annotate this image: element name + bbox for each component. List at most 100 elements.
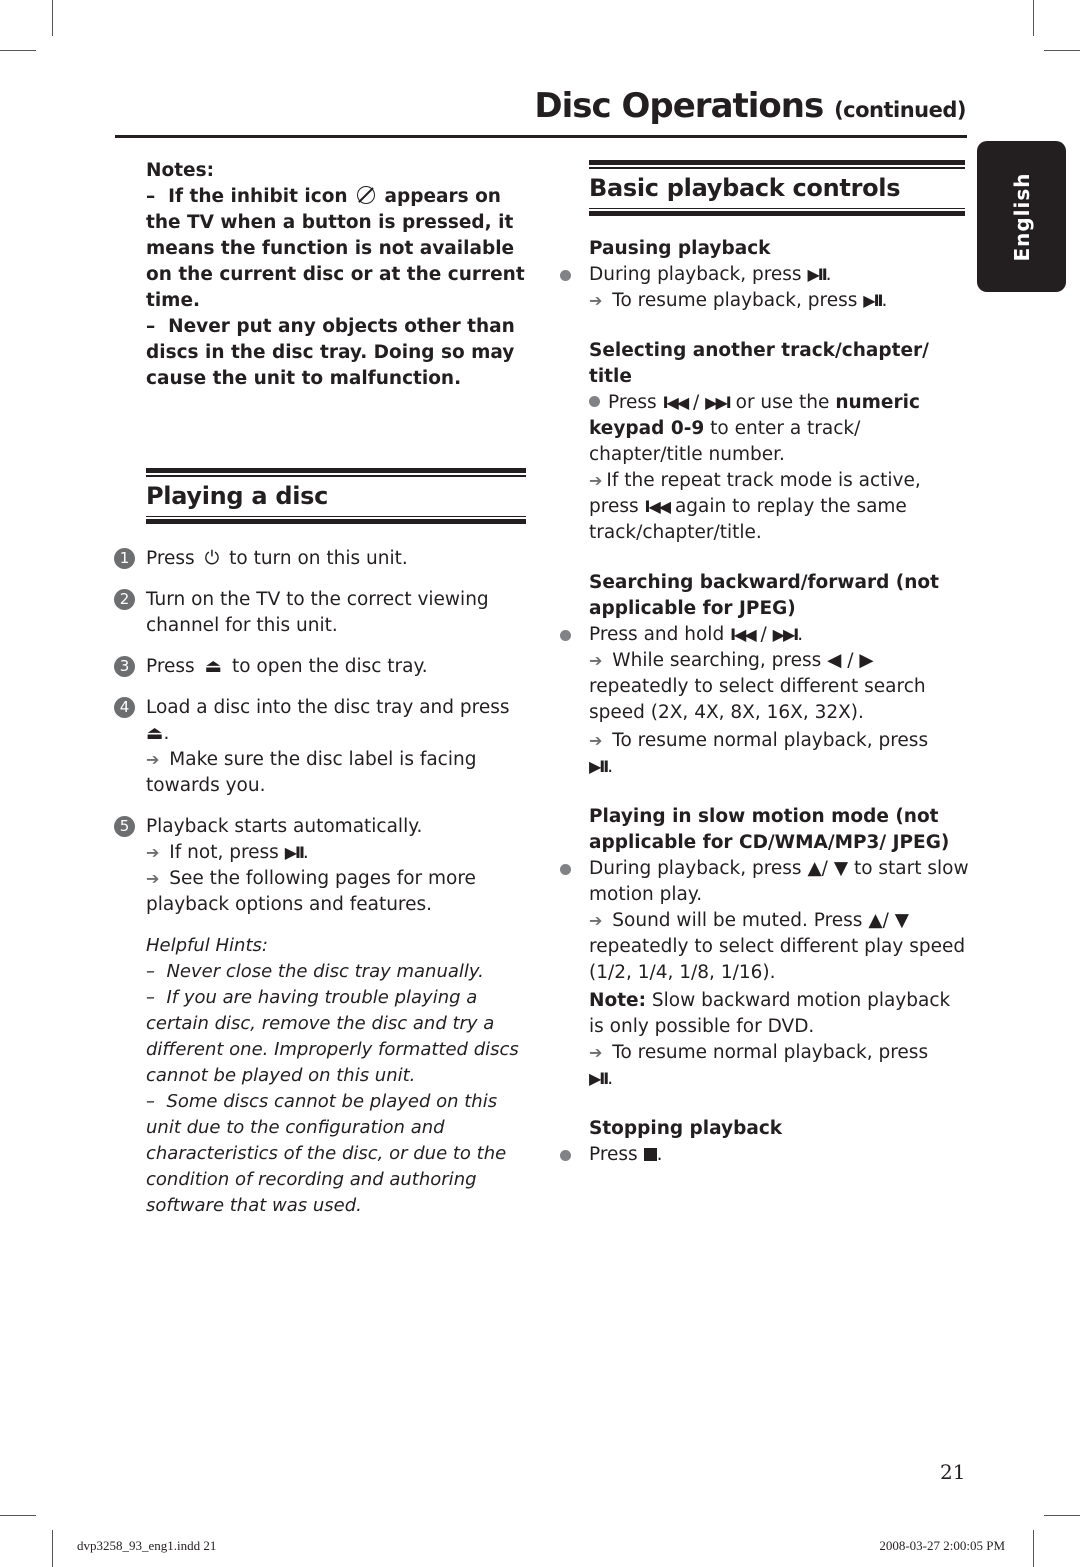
step-text: Load a disc into the disc tray and press [146, 697, 510, 718]
bullet-icon [560, 864, 571, 875]
note-text: If the inhibit icon [168, 186, 348, 207]
crop-mark [0, 1515, 36, 1516]
arrow-icon: ➔ [589, 1043, 603, 1062]
language-tab-label: English [1009, 171, 1034, 262]
searching-block: Searching backward/forward (not applicab… [560, 570, 969, 780]
result-item: ➔ To resume playback, press ▶II. [589, 288, 969, 314]
hint-text: Never close the disc tray manually. [166, 961, 484, 982]
result-item: ➔ If the repeat track mode is active, pre… [589, 468, 969, 546]
arrow-icon: ➔ [146, 843, 160, 862]
step-result: See the following pages for more playbac… [146, 868, 476, 915]
selecting-block: Selecting another track/chapter/ title P… [589, 338, 969, 546]
left-column: Notes: – If the inhibit icon appears on … [114, 158, 526, 1219]
next-icon: ▶▶I [705, 393, 732, 412]
subsection-title: Pausing playback [589, 238, 771, 259]
arrow-icon: ➔ [589, 911, 603, 930]
period: . [607, 756, 614, 777]
bullet-item: Press . [560, 1142, 969, 1168]
step-number: 5 [114, 816, 135, 837]
subsection-title: Searching backward/forward (not applicab… [589, 572, 939, 619]
result-text: repeatedly to select different play spee… [589, 936, 966, 983]
period: . [656, 1144, 663, 1165]
play-pause-icon: ▶II [863, 291, 883, 310]
result-text: repeatedly to select different search sp… [589, 676, 926, 723]
result-item: ➔ To resume normal playback, press ▶II. [589, 728, 969, 780]
step-result: If not, press [169, 842, 279, 863]
period: . [607, 1068, 614, 1089]
crop-mark [1044, 1515, 1080, 1516]
step-text: to turn on this unit. [229, 548, 408, 569]
heading-rule [589, 160, 965, 165]
crop-mark [1044, 50, 1080, 51]
controls-body: Pausing playback During playback, press … [560, 236, 969, 1168]
note-label: Note: [589, 990, 646, 1011]
notes-block: Notes: – If the inhibit icon appears on … [146, 158, 526, 392]
play-pause-icon: ▶II [807, 265, 827, 284]
dash: – [146, 186, 156, 207]
heading-rule [146, 515, 526, 517]
heading-rule [589, 167, 965, 169]
footer-timestamp: 2008-03-27 2:00:05 PM [879, 1538, 1005, 1553]
stopping-block: Stopping playback Press . [560, 1116, 969, 1168]
play-pause-icon: ▶II [589, 1069, 609, 1088]
step-text: to open the disc tray. [231, 656, 428, 677]
hint-text: Some discs cannot be played on this unit… [146, 1091, 507, 1216]
eject-icon: ⏏ [146, 723, 164, 744]
right-column: Basic playback controls Pausing playback… [560, 158, 969, 1192]
page-title-suffix: (continued) [834, 98, 966, 122]
crop-mark [1033, 0, 1034, 36]
pausing-block: Pausing playback During playback, press … [560, 236, 969, 314]
result-text: To resume normal playback, press [612, 730, 929, 751]
previous-icon: I◀◀ [662, 393, 690, 412]
step-item: 2 Turn on the TV to the correct viewing … [114, 587, 526, 639]
right-icon: ▶ [859, 650, 874, 671]
play-pause-icon: ▶II [284, 843, 305, 862]
slash: / [847, 650, 854, 671]
notes-label: Notes: [146, 160, 214, 181]
stop-icon [643, 1148, 657, 1161]
up-icon: ▲/ [807, 858, 828, 879]
arrow-icon: ➔ [146, 750, 160, 769]
inhibit-icon [357, 186, 376, 204]
step-text: Press [146, 548, 195, 569]
heading-rule [146, 475, 526, 477]
language-tab: English [977, 141, 1066, 292]
previous-icon: I◀◀ [730, 625, 757, 644]
note-text: Never put any objects other than discs i… [146, 316, 515, 389]
power-icon: ⏻ [204, 548, 220, 569]
heading-rule [146, 468, 526, 473]
arrow-icon: ➔ [589, 291, 603, 310]
dash: – [146, 316, 156, 337]
bullet-item: During playback, press ▶II. [560, 262, 969, 288]
crop-mark [52, 1530, 53, 1567]
note-item: – If the inhibit icon appears on the TV … [146, 184, 526, 314]
result-text: While searching, press [612, 650, 822, 671]
bullet-text: During playback, press [589, 264, 802, 285]
bullet-text: Press [608, 392, 657, 413]
bullet-icon [560, 270, 571, 281]
arrow-icon: ➔ [146, 869, 160, 888]
step-item: 4 Load a disc into the disc tray and pre… [114, 695, 526, 799]
heading-rule [589, 207, 965, 209]
left-icon: ◀ [827, 650, 842, 671]
step-number: 2 [114, 589, 135, 610]
crop-mark [52, 0, 53, 36]
bullet-icon [560, 1150, 571, 1161]
step-number: 3 [114, 656, 135, 677]
period: . [825, 264, 832, 285]
bullet-text: Press [589, 1144, 638, 1165]
heading-rule [589, 211, 965, 216]
eject-icon: ⏏ [204, 656, 223, 677]
bullet-text: Press and hold [589, 624, 725, 645]
hint-item: – Some discs cannot be played on this un… [146, 1091, 507, 1216]
period: . [302, 842, 309, 863]
page-title-main: Disc Operations [534, 86, 824, 126]
page-number: 21 [940, 1460, 966, 1484]
slow-motion-block: Playing in slow motion mode (not applica… [560, 804, 969, 1092]
down-icon: ▼ [833, 858, 849, 879]
previous-icon: I◀◀ [644, 497, 672, 516]
step-item: 1 Press ⏻ to turn on this unit. [114, 546, 526, 572]
result-text: To resume normal playback, press [612, 1042, 929, 1063]
heading-rule [146, 519, 526, 524]
bullet-text: or use the [735, 392, 830, 413]
